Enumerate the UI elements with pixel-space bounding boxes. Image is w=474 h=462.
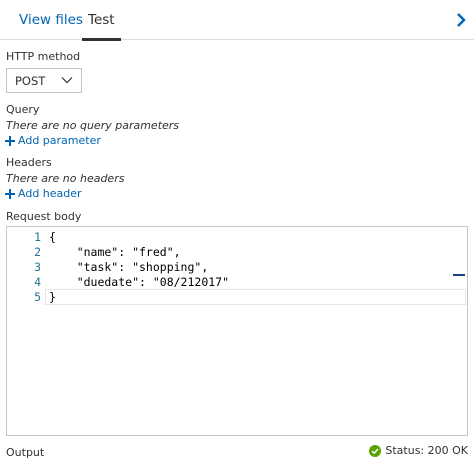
code-line: } bbox=[49, 290, 56, 304]
chevron-right-icon bbox=[457, 13, 466, 27]
output-label: Output bbox=[6, 446, 45, 459]
current-line-highlight bbox=[45, 289, 466, 305]
add-parameter-label: Add parameter bbox=[18, 134, 101, 147]
line-number: 1 bbox=[34, 230, 41, 244]
tab-view-files[interactable]: View files bbox=[19, 0, 83, 40]
code-line: "duedate": "08/212017" bbox=[49, 275, 230, 289]
chevron-down-icon bbox=[61, 77, 73, 84]
add-header-label: Add header bbox=[18, 187, 82, 200]
tab-view-files-label: View files bbox=[19, 12, 83, 28]
plus-icon bbox=[5, 188, 15, 199]
status-indicator: Status: 200 OK bbox=[369, 444, 468, 457]
collapse-panel-button[interactable] bbox=[454, 11, 468, 29]
code-line: "name": "fred", bbox=[49, 245, 181, 259]
line-number: 3 bbox=[34, 260, 41, 274]
line-number: 4 bbox=[34, 275, 41, 289]
request-body-editor[interactable]: 1 { 2 "name": "fred", 3 "task": "shoppin… bbox=[6, 226, 468, 436]
query-label: Query bbox=[6, 103, 40, 116]
headers-label: Headers bbox=[6, 156, 52, 169]
code-line: { bbox=[49, 230, 56, 244]
http-method-label: HTTP method bbox=[6, 50, 81, 63]
query-empty-text: There are no query parameters bbox=[6, 119, 180, 132]
http-method-value: POST bbox=[15, 74, 46, 88]
tab-bar: View files Test bbox=[0, 0, 474, 41]
plus-icon bbox=[5, 135, 15, 146]
line-number: 2 bbox=[34, 245, 41, 259]
line-number: 5 bbox=[34, 290, 41, 304]
overview-ruler-marker bbox=[453, 274, 465, 276]
add-header-link[interactable]: Add header bbox=[5, 187, 82, 200]
headers-empty-text: There are no headers bbox=[6, 172, 125, 185]
add-parameter-link[interactable]: Add parameter bbox=[5, 134, 101, 147]
tab-test-label: Test bbox=[88, 12, 115, 28]
code-line: "task": "shopping", bbox=[49, 260, 209, 274]
status-text: Status: 200 OK bbox=[385, 444, 468, 457]
http-method-select[interactable]: POST bbox=[6, 68, 82, 93]
request-body-label: Request body bbox=[6, 210, 82, 223]
tab-test[interactable]: Test bbox=[82, 0, 121, 41]
check-circle-icon bbox=[369, 444, 382, 457]
active-tab-indicator bbox=[82, 38, 121, 41]
